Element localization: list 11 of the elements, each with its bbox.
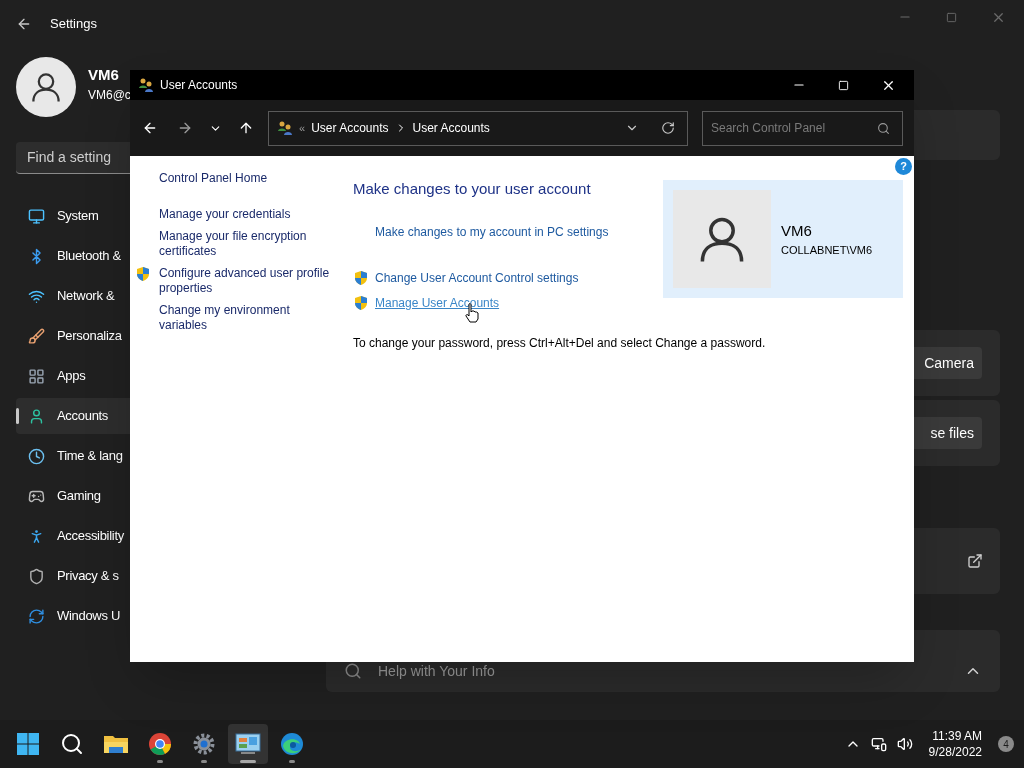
window-title: User Accounts — [160, 77, 238, 94]
account-domain: COLLABNET\VM6 — [781, 243, 873, 258]
search-placeholder: Search Control Panel — [711, 120, 826, 137]
window-title: Settings — [50, 15, 97, 34]
password-note: To change your password, press Ctrl+Alt+Del and select Change a password. — [353, 334, 767, 352]
card-title: Help with Your Info — [378, 661, 495, 681]
page-heading: Make changes to your user account — [353, 179, 592, 199]
user-email: VM6@c — [88, 87, 131, 105]
user-name: VM6 — [88, 64, 120, 85]
search-placeholder: Find a setting — [27, 148, 112, 167]
account-name: VM6 — [781, 220, 813, 241]
